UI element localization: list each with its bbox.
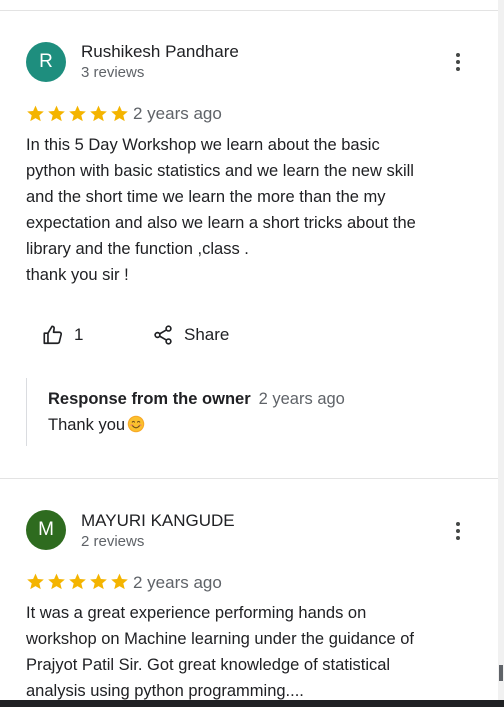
bottom-bar <box>0 700 504 707</box>
reviewer-review-count: 3 reviews <box>81 64 145 81</box>
star-icon <box>111 105 128 122</box>
star-icon <box>69 105 86 122</box>
star-icon <box>48 573 65 590</box>
review-date: 2 years ago <box>133 104 222 123</box>
review-text: In this 5 Day Workshop we learn about th… <box>26 136 416 284</box>
star-icon <box>90 105 107 122</box>
star-rating <box>26 104 129 124</box>
scroll-track[interactable] <box>498 0 504 700</box>
star-rating <box>26 572 129 592</box>
reviewer-name[interactable]: Rushikesh Pandhare <box>81 42 239 62</box>
avatar-letter: R <box>39 51 53 72</box>
avatar[interactable]: R <box>26 42 66 82</box>
thumbs-up-icon <box>43 325 63 345</box>
star-icon <box>27 573 44 590</box>
star-icon <box>48 105 65 122</box>
more-options-icon[interactable] <box>452 519 464 543</box>
reviewer-review-count: 2 reviews <box>81 533 145 550</box>
review-text: It was a great experience performing han… <box>26 604 415 700</box>
like-count: 1 <box>74 325 84 344</box>
share-button[interactable]: Share <box>152 324 229 346</box>
owner-response-header: Response from the owner 2 years ago <box>48 390 345 409</box>
owner-response-date: 2 years ago <box>258 390 345 408</box>
share-icon <box>154 325 172 345</box>
reviewer-name[interactable]: MAYURI KANGUDE <box>81 511 235 531</box>
scrollbar-thumb[interactable] <box>499 665 503 681</box>
star-icon <box>27 105 44 122</box>
avatar-letter: M <box>38 519 54 540</box>
star-icon <box>111 573 128 590</box>
owner-response: Response from the owner 2 years ago Thank… <box>26 378 467 446</box>
avatar[interactable]: M <box>26 510 66 550</box>
top-divider <box>0 10 498 11</box>
smiling-face-icon <box>127 415 145 433</box>
star-icon <box>69 573 86 590</box>
share-label: Share <box>184 325 230 344</box>
review-date: 2 years ago <box>133 573 222 592</box>
star-icon <box>90 573 107 590</box>
owner-response-title: Response from the owner <box>48 390 251 408</box>
owner-response-text-line: Thank you <box>48 415 145 435</box>
more-options-icon[interactable] <box>452 50 464 74</box>
like-button[interactable]: 1 <box>42 324 83 346</box>
owner-response-text: Thank you <box>48 416 126 434</box>
section-divider <box>0 478 498 479</box>
